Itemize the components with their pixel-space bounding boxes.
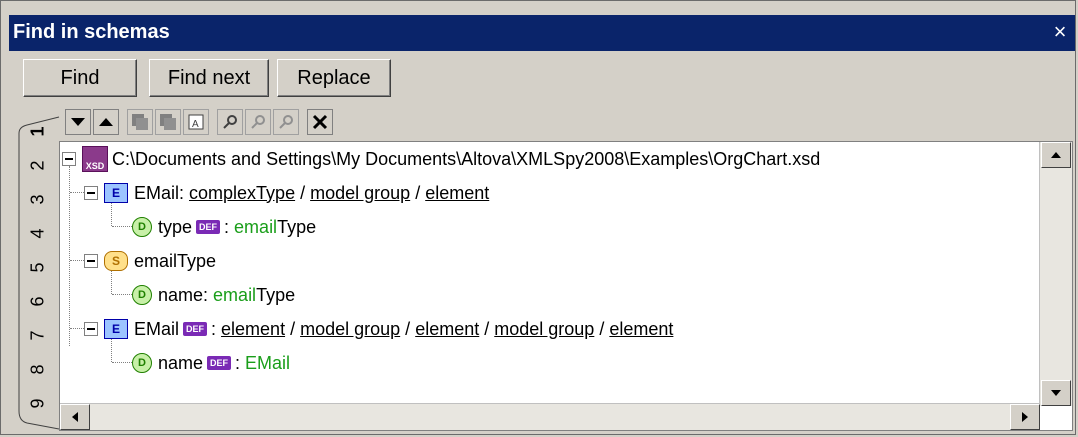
- paste-icon[interactable]: [155, 109, 181, 135]
- tab-4[interactable]: 4: [15, 219, 59, 251]
- tab-2[interactable]: 2: [15, 151, 59, 183]
- replace-button[interactable]: Replace: [277, 59, 391, 97]
- scroll-left-icon[interactable]: [60, 404, 90, 430]
- tab-4-label: 4: [27, 228, 48, 239]
- scroll-right-icon[interactable]: [1010, 404, 1040, 430]
- item-name: emailType: [134, 250, 217, 271]
- find-prev-icon[interactable]: [245, 109, 271, 135]
- horizontal-scrollbar[interactable]: [60, 403, 1040, 430]
- file-path: C:\Documents and Settings\My Documents\A…: [112, 148, 821, 169]
- tree-row[interactable]: D type DEF : email Type: [132, 212, 316, 242]
- scroll-down-icon[interactable]: [1041, 380, 1071, 406]
- tab-2-label: 2: [27, 160, 48, 171]
- find-next-button[interactable]: Find next: [149, 59, 269, 97]
- path-link[interactable]: model group: [300, 319, 400, 340]
- find-button[interactable]: Find: [23, 59, 137, 97]
- title-bar: Find in schemas ×: [9, 15, 1075, 51]
- window-title: Find in schemas: [13, 21, 170, 43]
- def-badge-icon: DEF: [183, 322, 208, 336]
- tab-7[interactable]: 7: [15, 321, 59, 353]
- element-icon: E: [104, 183, 128, 203]
- tree-row[interactable]: E EMail DEF : element / model group / el…: [84, 314, 673, 344]
- results-tree[interactable]: XSD C:\Documents and Settings\My Documen…: [59, 141, 1073, 431]
- arrow-up-icon[interactable]: [93, 109, 119, 135]
- collapse-icon[interactable]: [84, 186, 98, 200]
- match-highlight: email: [234, 216, 278, 237]
- simple-type-icon: S: [104, 251, 128, 271]
- tab-5-label: 5: [27, 262, 48, 273]
- collapse-icon[interactable]: [84, 254, 98, 268]
- scroll-up-icon[interactable]: [1041, 142, 1071, 168]
- tab-9-label: 9: [27, 398, 48, 409]
- arrow-down-icon[interactable]: [65, 109, 91, 135]
- path-link[interactable]: element: [425, 183, 489, 204]
- match-highlight: EMail: [245, 352, 291, 373]
- collapse-icon[interactable]: [84, 322, 98, 336]
- collapse-icon[interactable]: [62, 152, 76, 166]
- item-name: name: [158, 352, 204, 373]
- tab-5[interactable]: 5: [15, 253, 59, 285]
- tree-row[interactable]: D name DEF : EMail: [132, 348, 290, 378]
- tree-connector: [70, 192, 84, 193]
- item-name: EMail: [134, 318, 180, 339]
- tab-9[interactable]: 9: [15, 389, 59, 421]
- def-badge-icon: DEF: [196, 220, 221, 234]
- tree-connector: [112, 226, 132, 227]
- tree-connector: [70, 260, 84, 261]
- search-icon[interactable]: [217, 109, 243, 135]
- def-badge-icon: DEF: [207, 356, 232, 370]
- tree-root-row[interactable]: XSD C:\Documents and Settings\My Documen…: [62, 144, 820, 174]
- path-link[interactable]: element: [415, 319, 479, 340]
- tab-3[interactable]: 3: [15, 185, 59, 217]
- tab-7-label: 7: [27, 330, 48, 341]
- clear-icon[interactable]: [307, 109, 333, 135]
- tree-connector: [112, 294, 132, 295]
- attribute-icon: D: [132, 285, 152, 305]
- tab-6[interactable]: 6: [15, 287, 59, 319]
- path-link[interactable]: complexType: [189, 183, 295, 204]
- copy-icon[interactable]: [127, 109, 153, 135]
- path-link[interactable]: element: [609, 319, 673, 340]
- item-value: Type: [277, 216, 317, 237]
- tab-1-label: 1: [27, 126, 48, 137]
- tab-6-label: 6: [27, 296, 48, 307]
- tree-row[interactable]: D name: email Type: [132, 280, 295, 310]
- item-value: Type: [256, 284, 296, 305]
- item-name: EMail: [134, 182, 180, 203]
- tab-1[interactable]: 1: [15, 117, 59, 149]
- tree-row[interactable]: E EMail: complexType / model group / ele…: [84, 178, 489, 208]
- tree-connector: [69, 166, 70, 346]
- tree-connector: [112, 362, 132, 363]
- element-icon: E: [104, 319, 128, 339]
- tab-8-label: 8: [27, 364, 48, 375]
- xsd-file-icon: XSD: [82, 146, 108, 172]
- tree-row[interactable]: S emailType: [84, 246, 216, 276]
- attribute-icon: D: [132, 217, 152, 237]
- tab-3-label: 3: [27, 194, 48, 205]
- close-icon[interactable]: ×: [1049, 19, 1071, 45]
- path-link[interactable]: model group: [310, 183, 410, 204]
- item-name: name:: [158, 284, 209, 305]
- result-tabs: 1 2 3 4 5 6 7 8 9: [15, 111, 63, 431]
- find-next-icon[interactable]: [273, 109, 299, 135]
- path-link[interactable]: element: [221, 319, 285, 340]
- tree-connector: [70, 328, 84, 329]
- tab-8[interactable]: 8: [15, 355, 59, 387]
- find-in-schemas-window: Find in schemas × Find Find next Replace…: [0, 0, 1076, 435]
- path-link[interactable]: model group: [494, 319, 594, 340]
- vertical-scrollbar[interactable]: [1039, 142, 1072, 406]
- find-in-file-icon[interactable]: A: [183, 109, 209, 135]
- match-highlight: email: [213, 284, 257, 305]
- attribute-icon: D: [132, 353, 152, 373]
- item-name: type: [158, 216, 193, 237]
- svg-text:A: A: [192, 119, 199, 130]
